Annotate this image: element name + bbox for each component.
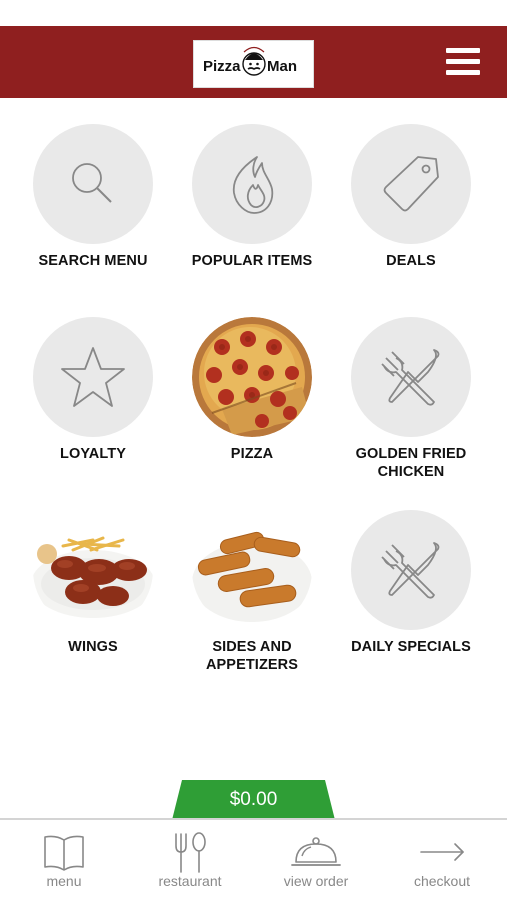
tile-label: SEARCH MENU [38,253,148,269]
flame-icon [232,156,274,214]
pizza-photo [192,317,312,437]
tile-label: WINGS [68,639,118,655]
tile-search-menu[interactable]: SEARCH MENU [13,124,173,270]
svg-text:Man: Man [267,58,297,75]
arrow-right-icon [420,843,464,861]
tile-label: LOYALTY [60,446,126,462]
tile-label: POPULAR ITEMS [191,253,313,269]
wings-photo [33,510,153,630]
status-bar-area [0,0,507,26]
tile-circle [33,124,153,244]
nav-view-order-label: view order [283,873,349,889]
tile-label: GOLDEN FRIED CHICKEN [355,446,467,480]
open-book-icon [44,835,84,871]
nav-checkout-label: checkout [413,873,471,889]
star-icon [61,347,125,407]
tile-circle [351,124,471,244]
mozzarella-sticks-photo [192,510,312,630]
nav-menu[interactable]: menu [1,820,127,900]
fork-spoon-icon [175,832,206,873]
tile-label: SIDES AND APPETIZERS [205,639,299,673]
tile-circle [33,317,153,437]
cart-total-button[interactable]: $0.00 [172,780,335,820]
cart-total-amount: $0.00 [229,789,278,810]
pizza-man-logo[interactable]: Pizza Man [193,40,314,88]
fork-knife-icon [381,542,440,599]
tile-popular-items[interactable]: POPULAR ITEMS [172,124,332,270]
nav-restaurant[interactable]: restaurant [127,820,253,900]
bottom-navigation: menu restaurant view order checkout [0,818,507,900]
tile-label: PIZZA [230,446,274,462]
cloche-icon [291,837,341,866]
tile-wings[interactable]: WINGS [13,510,173,656]
tile-circle [351,510,471,630]
menu-hamburger-icon[interactable] [444,46,482,78]
price-tag-icon [383,156,439,212]
nav-menu-label: menu [46,873,82,889]
nav-restaurant-label: restaurant [158,873,222,889]
tile-label: DAILY SPECIALS [351,639,471,655]
app-header: Pizza Man [0,26,507,98]
tile-circle [192,124,312,244]
tile-pizza[interactable]: PIZZA [172,317,332,463]
nav-checkout[interactable]: checkout [379,820,505,900]
tile-golden-fried-chicken[interactable]: GOLDEN FRIED CHICKEN [331,317,491,481]
tile-sides-and-appetizers[interactable]: SIDES AND APPETIZERS [172,510,332,674]
nav-view-order[interactable]: view order [253,820,379,900]
fork-knife-icon [381,349,440,406]
tile-loyalty[interactable]: LOYALTY [13,317,173,463]
svg-text:Pizza: Pizza [203,58,241,75]
tile-daily-specials[interactable]: DAILY SPECIALS [331,510,491,656]
tile-label: DEALS [386,253,436,269]
search-icon [72,163,112,203]
tile-deals[interactable]: DEALS [331,124,491,270]
tile-circle [351,317,471,437]
